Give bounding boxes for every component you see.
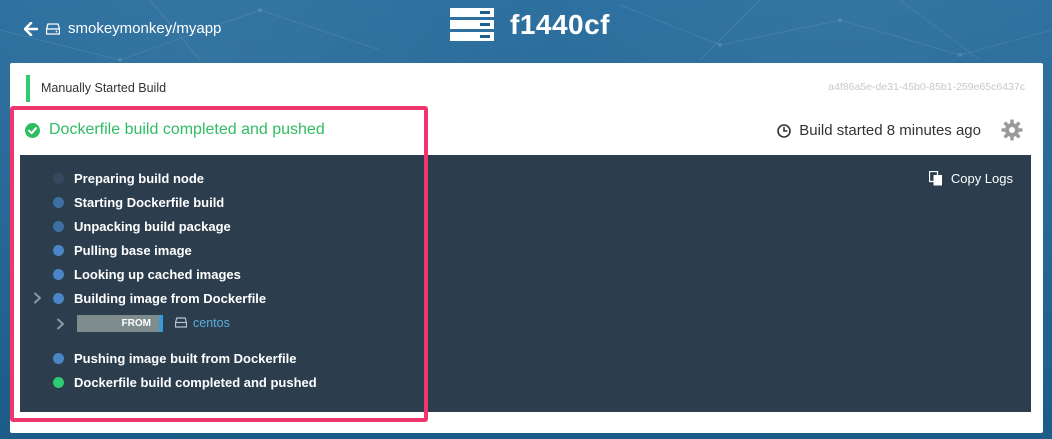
copy-logs-button[interactable]: Copy Logs xyxy=(928,171,1013,186)
repository-icon xyxy=(46,22,60,35)
chevron-right-icon[interactable] xyxy=(56,318,65,330)
chevron-right-icon[interactable] xyxy=(33,292,42,304)
phase-label: Preparing build node xyxy=(74,170,205,186)
phase-status-dot xyxy=(53,244,64,256)
phase-label: Pulling base image xyxy=(74,242,192,258)
check-circle-icon xyxy=(25,122,40,138)
phase-status-dot xyxy=(53,196,64,208)
back-to-repository-link[interactable]: smokeymonkey/myapp xyxy=(24,20,221,37)
build-started-text: Build started 8 minutes ago xyxy=(799,122,981,139)
copy-icon xyxy=(928,171,942,186)
page-title: f1440cf xyxy=(510,9,611,40)
build-trigger-label: Manually Started Build xyxy=(26,75,166,102)
phase-status-dot xyxy=(53,352,64,364)
server-stack-icon xyxy=(450,8,494,41)
phase-label: Looking up cached images xyxy=(74,266,241,282)
build-card: Manually Started Build a4f86a5e-de31-45b… xyxy=(10,63,1043,433)
repository-name: smokeymonkey/myapp xyxy=(68,20,222,37)
phase-status-dot xyxy=(53,220,64,232)
copy-logs-label: Copy Logs xyxy=(950,171,1013,186)
build-started-time: Build started 8 minutes ago xyxy=(777,122,981,139)
repository-icon xyxy=(175,317,187,328)
phase-label: Dockerfile build completed and pushed xyxy=(74,374,317,390)
page-title-block: f1440cf xyxy=(450,8,610,42)
phase-status-dot xyxy=(53,376,64,388)
phase-label: Starting Dockerfile build xyxy=(74,194,225,210)
command-keyword-badge: FROM xyxy=(77,315,163,332)
build-status-text: Dockerfile build completed and pushed xyxy=(49,121,325,138)
phase-label: Unpacking build package xyxy=(74,218,231,234)
gear-icon[interactable] xyxy=(1001,119,1023,141)
build-uuid: a4f86a5e-de31-45b0-85b1-259e65c6437c xyxy=(828,81,1025,93)
phase-label: Pushing image built from Dockerfile xyxy=(74,350,297,366)
phase-label: Building image from Dockerfile xyxy=(74,290,267,306)
build-log-panel: Copy Logs Preparing build node Starting … xyxy=(20,155,1031,412)
phase-status-dot xyxy=(53,268,64,280)
arrow-left-icon xyxy=(24,21,38,36)
build-status: Dockerfile build completed and pushed xyxy=(25,121,325,139)
base-image-link[interactable]: centos xyxy=(193,316,230,330)
clock-icon xyxy=(777,123,792,138)
phase-status-dot xyxy=(53,292,64,304)
phase-status-dot xyxy=(53,172,64,184)
